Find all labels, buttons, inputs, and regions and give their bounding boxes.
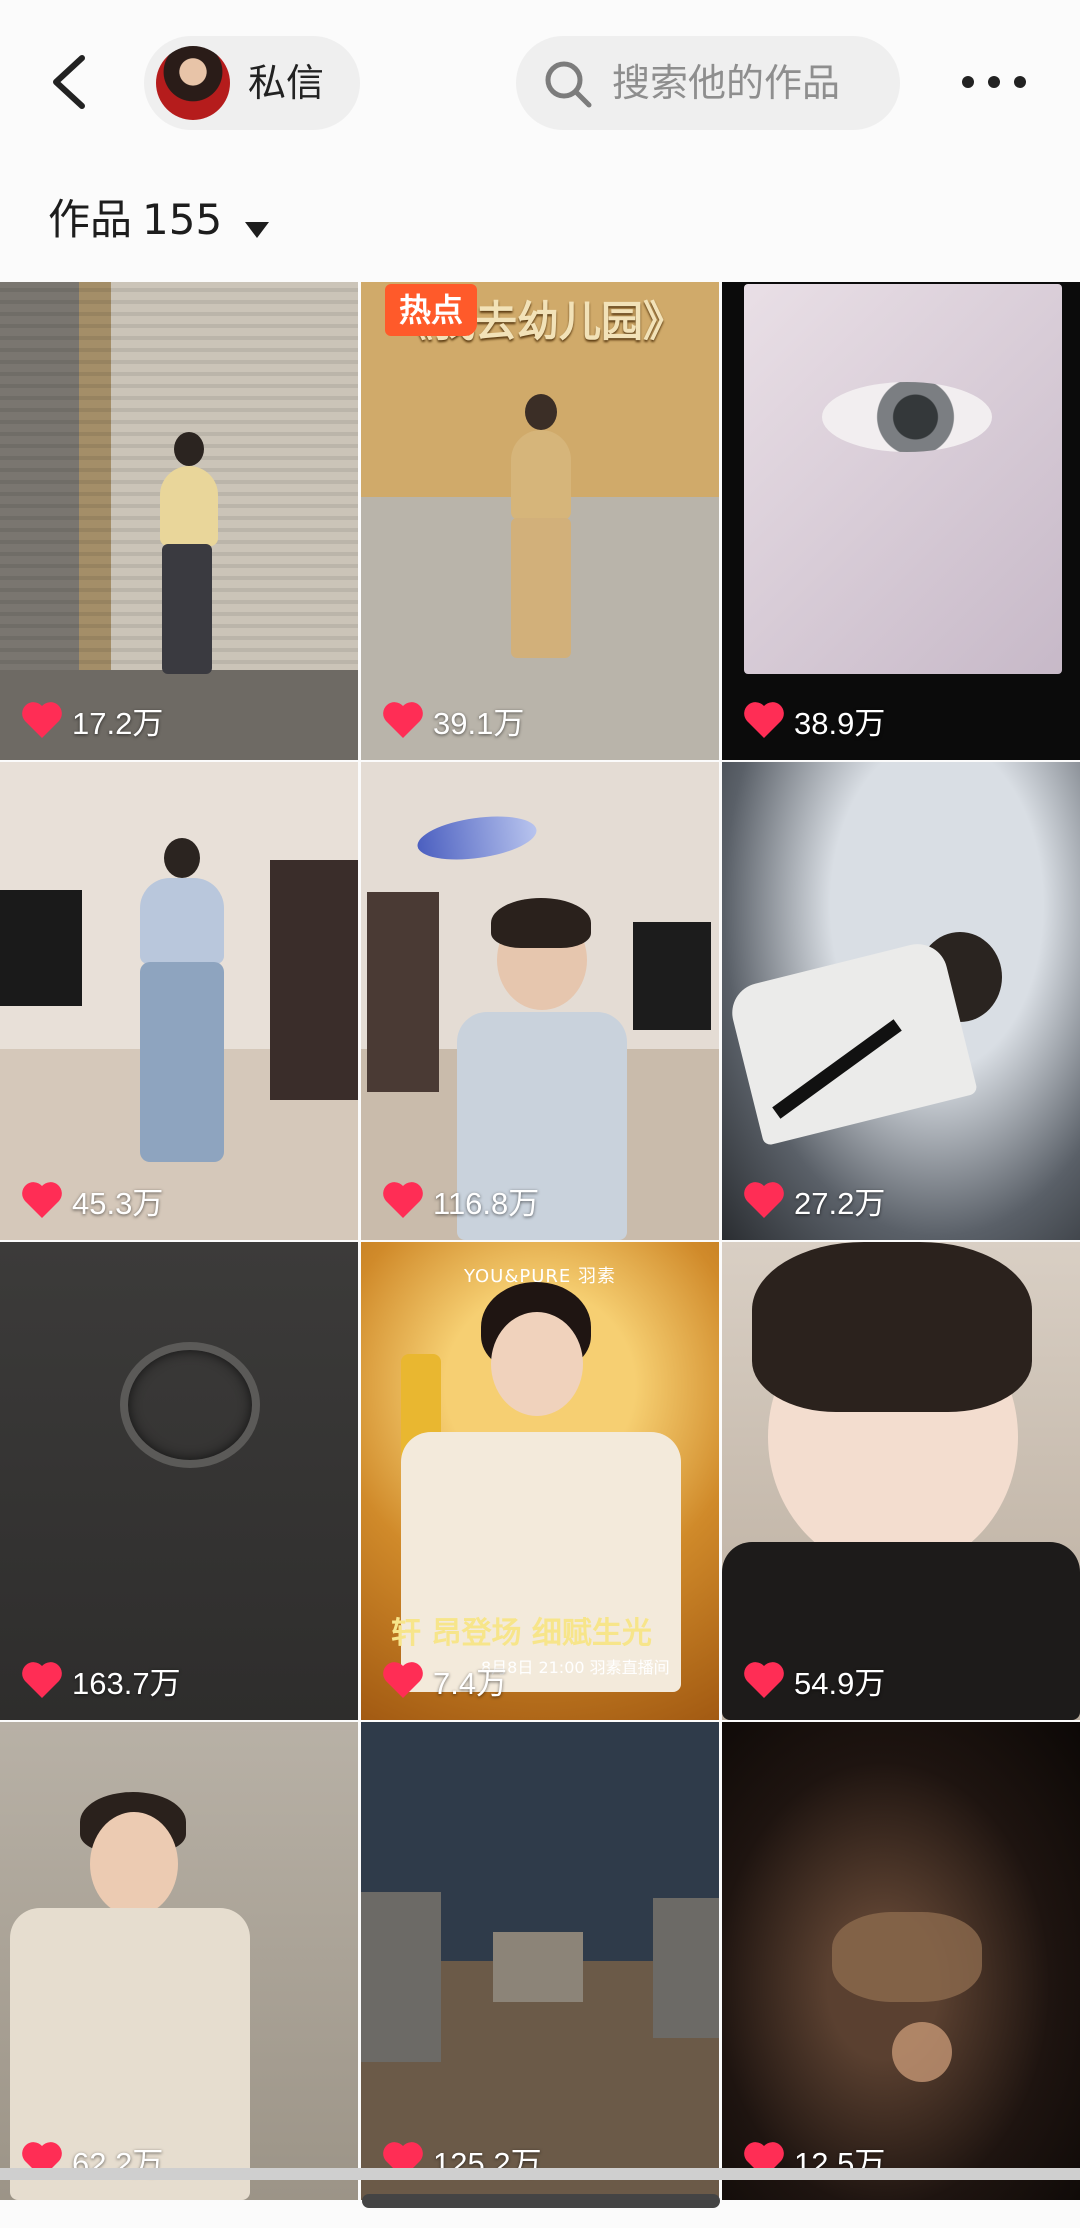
like-count: 163.7万 [20, 1656, 181, 1704]
video-thumbnail[interactable]: 38.9万 [722, 282, 1080, 760]
works-count: 155 [142, 195, 223, 244]
top-bar: 私信 搜索他的作品 [0, 0, 1080, 170]
like-count-text: 38.9万 [794, 705, 886, 741]
video-thumbnail[interactable]: 45.3万 [0, 762, 358, 1240]
video-thumbnail[interactable]: 《我去幼儿园》 热点 39.1万 [361, 282, 719, 760]
back-arrow-icon[interactable] [40, 46, 100, 118]
like-count-text: 27.2万 [794, 1185, 886, 1221]
like-count-text: 45.3万 [72, 1185, 164, 1221]
like-count: 7.4万 [381, 1656, 507, 1704]
works-filter-dropdown[interactable]: 作品 155 [48, 190, 271, 260]
heart-icon [383, 1182, 423, 1218]
home-indicator[interactable] [362, 2194, 720, 2208]
video-thumbnail[interactable]: 17.2万 [0, 282, 358, 760]
video-thumbnail[interactable]: 12.5万 [722, 1722, 1080, 2200]
heart-icon [744, 1182, 784, 1218]
caret-down-icon [245, 221, 270, 238]
like-count: 17.2万 [20, 696, 163, 744]
message-button[interactable]: 私信 [144, 36, 360, 130]
avatar [156, 46, 230, 120]
message-label: 私信 [248, 61, 325, 105]
video-thumbnail[interactable]: 125.2万 [361, 1722, 719, 2200]
like-count: 39.1万 [381, 696, 524, 744]
heart-icon [744, 1662, 784, 1698]
like-count: 116.8万 [381, 1176, 539, 1224]
hot-badge: 热点 [385, 284, 478, 336]
next-row-preview [0, 2168, 1080, 2180]
search-placeholder: 搜索他的作品 [612, 61, 841, 105]
like-count: 54.9万 [742, 1656, 885, 1704]
more-dots-icon[interactable] [956, 56, 1032, 108]
works-label: 作品 [48, 195, 133, 244]
search-input[interactable]: 搜索他的作品 [516, 36, 900, 130]
video-thumbnail[interactable]: 163.7万 [0, 1242, 358, 1720]
search-icon [545, 61, 592, 108]
video-thumbnail[interactable]: 62.2万 [0, 1722, 358, 2200]
video-grid: 17.2万 《我去幼儿园》 热点 39.1万 38.9万 45.3万 116.8… [0, 282, 1080, 2200]
video-thumbnail[interactable]: YOU&PURE 羽素 轩 昂登场 细赋生光 8月8日 21:00 羽素直播间 … [361, 1242, 719, 1720]
video-thumbnail[interactable]: 116.8万 [361, 762, 719, 1240]
video-thumbnail[interactable]: 27.2万 [722, 762, 1080, 1240]
like-count-text: 116.8万 [433, 1185, 540, 1221]
heart-icon [22, 1182, 62, 1218]
like-count-text: 17.2万 [72, 705, 164, 741]
like-count-text: 54.9万 [794, 1665, 886, 1701]
ad-date: 8月8日 21:00 羽素直播间 [481, 1658, 670, 1677]
like-count-text: 163.7万 [72, 1665, 181, 1701]
video-thumbnail[interactable]: 54.9万 [722, 1242, 1080, 1720]
heart-icon [22, 702, 62, 738]
like-count-text: 7.4万 [433, 1665, 508, 1701]
heart-icon [383, 702, 423, 738]
like-count: 45.3万 [20, 1176, 163, 1224]
like-count: 38.9万 [742, 696, 885, 744]
heart-icon [744, 702, 784, 738]
like-count-text: 39.1万 [433, 705, 525, 741]
like-count: 27.2万 [742, 1176, 885, 1224]
ad-slogan: 轩 昂登场 细赋生光 [391, 1616, 652, 1651]
heart-icon [22, 1662, 62, 1698]
heart-icon [383, 1662, 423, 1698]
